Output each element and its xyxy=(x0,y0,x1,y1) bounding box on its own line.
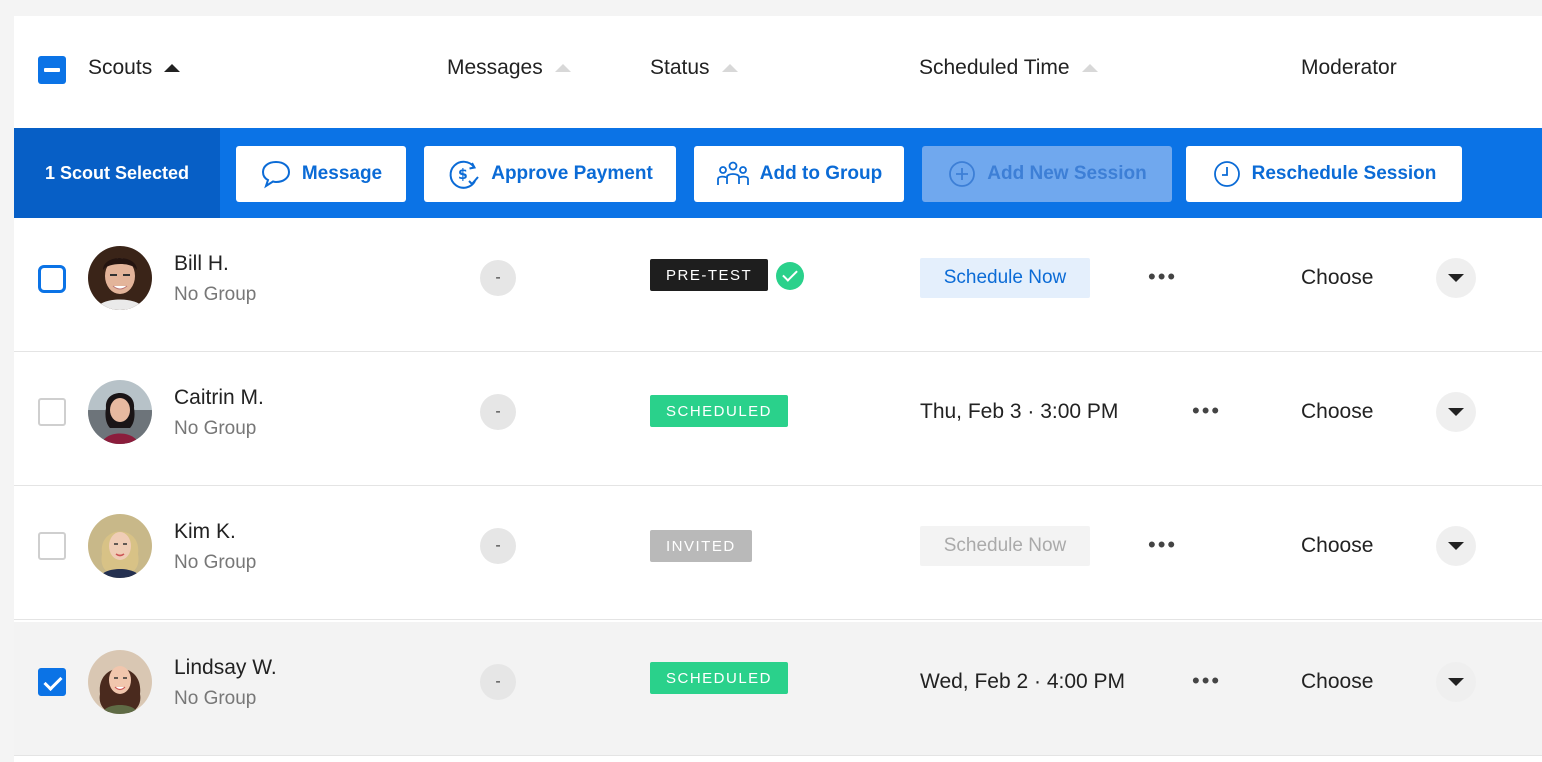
scout-group: No Group xyxy=(174,284,257,305)
scout-name: Bill H. xyxy=(174,252,229,275)
avatar xyxy=(88,246,152,310)
chevron-down-icon[interactable] xyxy=(1436,662,1476,702)
reschedule-session-button[interactable]: Reschedule Session xyxy=(1186,146,1462,202)
column-status-label: Status xyxy=(650,56,710,79)
avatar xyxy=(88,514,152,578)
message-count[interactable]: - xyxy=(480,394,516,430)
column-moderator: Moderator xyxy=(1301,56,1397,80)
message-count[interactable]: - xyxy=(480,528,516,564)
message-button-label: Message xyxy=(301,163,383,184)
scout-name: Caitrin M. xyxy=(174,386,264,409)
svg-text:$: $ xyxy=(458,167,468,183)
approve-payment-button-label: Approve Payment xyxy=(491,163,653,184)
chevron-down-icon[interactable] xyxy=(1436,392,1476,432)
message-count[interactable]: - xyxy=(480,664,516,700)
reschedule-session-button-label: Reschedule Session xyxy=(1251,163,1437,184)
scouts-panel: Scouts Messages Status Scheduled Time Mo… xyxy=(14,16,1542,762)
approve-payment-button[interactable]: $ Approve Payment xyxy=(424,146,676,202)
scout-group: No Group xyxy=(174,418,257,439)
table-row: Lindsay W. No Group - SCHEDULED Wed, Feb… xyxy=(14,622,1542,756)
sort-icon xyxy=(554,64,571,72)
message-button[interactable]: Message xyxy=(236,146,406,202)
moderator-select[interactable]: Choose xyxy=(1301,266,1373,290)
scout-name: Kim K. xyxy=(174,520,236,543)
status-badge: PRE-TEST xyxy=(650,259,769,291)
moderator-select[interactable]: Choose xyxy=(1301,400,1373,424)
status-badge: SCHEDULED xyxy=(650,395,789,427)
column-scouts-label: Scouts xyxy=(88,56,153,79)
scheduled-time: Thu, Feb 3 · 3:00 PM xyxy=(920,400,1119,423)
scheduled-time: Wed, Feb 2 · 4:00 PM xyxy=(920,670,1126,693)
bulk-action-bar: 1 Scout Selected Message $ Approve Payme… xyxy=(14,128,1542,218)
table-header: Scouts Messages Status Scheduled Time Mo… xyxy=(14,16,1542,128)
scout-group: No Group xyxy=(174,688,257,709)
more-options-icon[interactable]: ••• xyxy=(1192,400,1221,422)
selected-count: 1 Scout Selected xyxy=(14,128,220,218)
dollar-coin-icon: $ xyxy=(449,160,479,189)
sort-asc-icon xyxy=(164,64,181,72)
row-checkbox[interactable] xyxy=(38,532,66,560)
column-status[interactable]: Status xyxy=(650,56,738,80)
select-all-checkbox[interactable] xyxy=(38,56,66,84)
more-options-icon[interactable]: ••• xyxy=(1148,266,1177,288)
scout-group: No Group xyxy=(174,552,257,573)
sort-icon xyxy=(721,64,738,72)
more-options-icon[interactable]: ••• xyxy=(1148,534,1177,556)
column-messages-label: Messages xyxy=(447,56,543,79)
column-scheduled-time-label: Scheduled Time xyxy=(919,56,1070,79)
column-moderator-label: Moderator xyxy=(1301,56,1397,79)
schedule-now-button[interactable]: Schedule Now xyxy=(920,526,1090,566)
schedule-now-button[interactable]: Schedule Now xyxy=(920,258,1090,298)
column-scouts[interactable]: Scouts xyxy=(88,56,181,80)
add-new-session-button[interactable]: Add New Session xyxy=(922,146,1172,202)
sort-icon xyxy=(1081,64,1098,72)
add-new-session-button-label: Add New Session xyxy=(987,163,1147,184)
table-row: Kim K. No Group - INVITED Schedule Now •… xyxy=(14,486,1542,620)
avatar xyxy=(88,380,152,444)
column-messages[interactable]: Messages xyxy=(447,56,571,80)
chevron-down-icon[interactable] xyxy=(1436,258,1476,298)
plus-circle-icon xyxy=(949,161,976,187)
add-to-group-button[interactable]: Add to Group xyxy=(694,146,904,202)
clock-icon xyxy=(1213,161,1240,187)
moderator-select[interactable]: Choose xyxy=(1301,534,1373,558)
check-circle-icon xyxy=(776,262,804,290)
column-scheduled-time[interactable]: Scheduled Time xyxy=(919,56,1098,80)
avatar xyxy=(88,650,152,714)
row-checkbox[interactable] xyxy=(38,668,66,696)
speech-bubble-icon xyxy=(261,160,290,189)
add-to-group-button-label: Add to Group xyxy=(759,163,883,184)
moderator-select[interactable]: Choose xyxy=(1301,670,1373,694)
status-badge: SCHEDULED xyxy=(650,662,789,694)
row-checkbox[interactable] xyxy=(38,398,66,426)
more-options-icon[interactable]: ••• xyxy=(1192,670,1221,692)
message-count[interactable]: - xyxy=(480,260,516,296)
scout-name: Lindsay W. xyxy=(174,656,277,679)
status-badge: INVITED xyxy=(650,530,752,562)
chevron-down-icon[interactable] xyxy=(1436,526,1476,566)
table-row: Bill H. No Group - PRE-TEST Schedule Now… xyxy=(14,218,1542,352)
table-row: Caitrin M. No Group - SCHEDULED Thu, Feb… xyxy=(14,352,1542,486)
row-checkbox[interactable] xyxy=(38,265,66,293)
group-people-icon xyxy=(716,161,749,185)
